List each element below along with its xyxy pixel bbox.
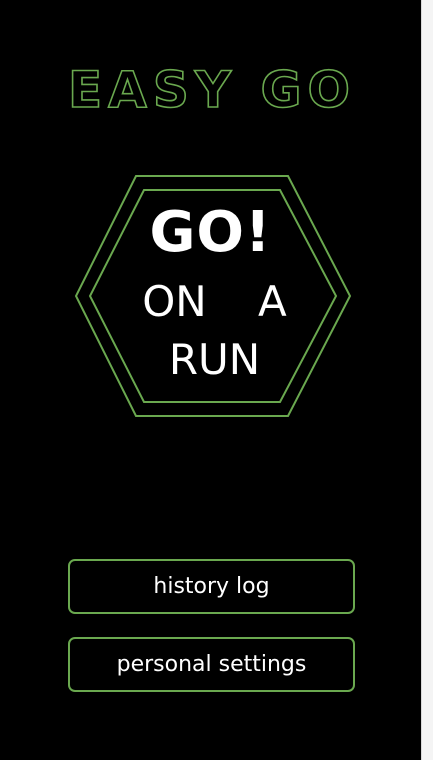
app-title: EASY GO <box>68 62 356 118</box>
scrollbar[interactable] <box>421 0 433 760</box>
run-label: RUN <box>168 335 261 384</box>
history-log-button[interactable]: history log <box>68 559 355 614</box>
app-logo: EASY GO <box>67 62 356 118</box>
personal-settings-button[interactable]: personal settings <box>68 637 355 692</box>
app-screen: EASY GO GO! ON A RUN history log persona… <box>0 0 421 760</box>
on-a-label: ON A <box>142 277 287 326</box>
go-headline: GO! <box>149 200 272 265</box>
